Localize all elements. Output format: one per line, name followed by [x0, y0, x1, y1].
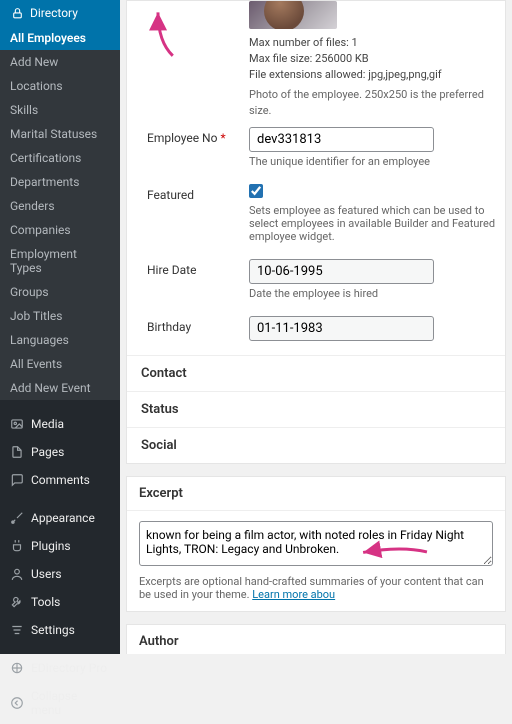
- sidebar-item-languages[interactable]: Languages: [0, 328, 120, 352]
- birthday-label: Birthday: [147, 316, 249, 341]
- photo-meta-ext: File extensions allowed: jpg,jpeg,png,gi…: [249, 67, 505, 83]
- photo-meta: Max number of files: 1 Max file size: 25…: [249, 35, 505, 119]
- appearance-icon: [10, 511, 24, 525]
- users-icon: [10, 567, 24, 581]
- sidebar-item-tools[interactable]: Tools: [0, 588, 120, 616]
- plugins-icon: [10, 539, 24, 553]
- hire-date-hint: Date the employee is hired: [249, 287, 505, 300]
- sidebar-item-plugins[interactable]: Plugins: [0, 532, 120, 560]
- sidebar-item-marital-statuses[interactable]: Marital Statuses: [0, 122, 120, 146]
- author-box: Author MammaMia: [126, 624, 506, 654]
- sidebar-item-appearance[interactable]: Appearance: [0, 504, 120, 532]
- collapse-icon: [10, 696, 24, 710]
- sidebar-item-job-titles[interactable]: Job Titles: [0, 304, 120, 328]
- sidebar-item-comments[interactable]: Comments: [0, 466, 120, 494]
- hire-date-label: Hire Date: [147, 259, 249, 300]
- hire-date-input[interactable]: [249, 259, 434, 284]
- birthday-input[interactable]: [249, 316, 434, 341]
- featured-label: Featured: [147, 184, 249, 243]
- settings-icon: [10, 623, 24, 637]
- sidebar-item-pages[interactable]: Pages: [0, 438, 120, 466]
- excerpt-title: Excerpt: [127, 477, 505, 511]
- comments-icon: [10, 473, 24, 487]
- author-title: Author: [127, 625, 505, 654]
- featured-hint: Sets employee as featured which can be u…: [249, 204, 505, 243]
- sidebar-item-groups[interactable]: Groups: [0, 280, 120, 304]
- tools-icon: [10, 595, 24, 609]
- media-icon: [10, 417, 24, 431]
- admin-sidebar: Directory All Employees Add New Location…: [0, 0, 120, 654]
- sidebar-item-all-employees[interactable]: All Employees: [0, 26, 120, 50]
- sidebar-top-directory[interactable]: Directory: [0, 0, 120, 26]
- sidebar-item-departments[interactable]: Departments: [0, 170, 120, 194]
- sidebar-item-users[interactable]: Users: [0, 560, 120, 588]
- sidebar-item-locations[interactable]: Locations: [0, 74, 120, 98]
- edirectory-icon: [10, 661, 24, 675]
- sidebar-item-employment-types[interactable]: Employment Types: [0, 242, 120, 280]
- sidebar-item-skills[interactable]: Skills: [0, 98, 120, 122]
- main-content: Max number of files: 1 Max file size: 25…: [120, 0, 512, 654]
- sidebar-item-add-new-event[interactable]: Add New Event: [0, 376, 120, 400]
- photo-meta-maxsize: Max file size: 256000 KB: [249, 51, 505, 67]
- employee-no-label: Employee No *: [147, 127, 249, 168]
- sidebar-item-all-events[interactable]: All Events: [0, 352, 120, 376]
- excerpt-textarea[interactable]: [139, 521, 493, 566]
- employee-details-panel: Max number of files: 1 Max file size: 25…: [126, 0, 506, 464]
- excerpt-note: Excerpts are optional hand-crafted summa…: [139, 575, 493, 601]
- employee-no-hint: The unique identifier for an employee: [249, 155, 505, 168]
- sidebar-item-edirectory-pro[interactable]: EDirectory Pro: [0, 654, 120, 682]
- tab-status[interactable]: Status: [127, 391, 505, 427]
- tab-contact[interactable]: Contact: [127, 355, 505, 391]
- sidebar-top-label: Directory: [30, 6, 78, 20]
- sidebar-item-media[interactable]: Media: [0, 410, 120, 438]
- sidebar-item-genders[interactable]: Genders: [0, 194, 120, 218]
- employee-photo-thumb[interactable]: [249, 1, 337, 29]
- sidebar-item-certifications[interactable]: Certifications: [0, 146, 120, 170]
- sidebar-item-settings[interactable]: Settings: [0, 616, 120, 644]
- photo-meta-maxfiles: Max number of files: 1: [249, 35, 505, 51]
- excerpt-learn-link[interactable]: Learn more abou: [252, 588, 335, 601]
- excerpt-box: Excerpt Excerpts are optional hand-craft…: [126, 476, 506, 612]
- lock-icon: [10, 6, 24, 20]
- tab-social[interactable]: Social: [127, 427, 505, 463]
- featured-checkbox[interactable]: [249, 184, 263, 198]
- photo-hint: Photo of the employee. 250x250 is the pr…: [249, 87, 505, 119]
- sidebar-item-collapse[interactable]: Collapse menu: [0, 682, 120, 724]
- sidebar-item-companies[interactable]: Companies: [0, 218, 120, 242]
- pages-icon: [10, 445, 24, 459]
- sidebar-item-add-new[interactable]: Add New: [0, 50, 120, 74]
- employee-no-input[interactable]: [249, 127, 434, 152]
